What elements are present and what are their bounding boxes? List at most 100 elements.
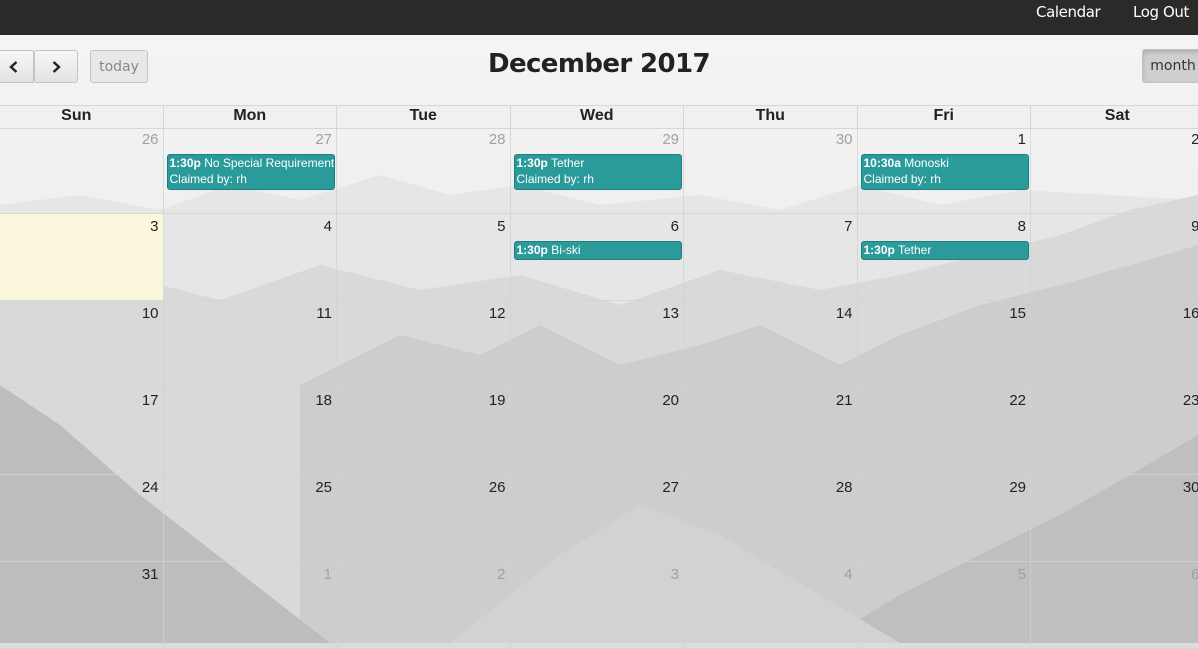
day-cell[interactable]: 3 bbox=[510, 562, 684, 649]
day-cell[interactable]: 6 bbox=[1031, 562, 1198, 649]
day-number: 11 bbox=[316, 305, 332, 322]
calendar-event[interactable]: 10:30a Monoski Claimed by: rh bbox=[860, 154, 1029, 190]
event-time: 1:30p bbox=[516, 156, 548, 170]
weekday-header-wed: Wed bbox=[511, 105, 684, 127]
day-number: 20 bbox=[662, 392, 679, 409]
day-number: 9 bbox=[1191, 218, 1198, 235]
day-number: 1 bbox=[323, 566, 332, 583]
day-cell[interactable]: 5 bbox=[857, 562, 1031, 649]
weekday-header-fri: Fri bbox=[858, 105, 1031, 127]
day-cell[interactable]: 22 bbox=[857, 388, 1031, 475]
weekday-header-sun: Sun bbox=[0, 105, 164, 127]
day-number: 3 bbox=[670, 566, 679, 583]
calendar-event[interactable]: 1:30p Bi-ski bbox=[513, 241, 682, 260]
day-cell[interactable]: 11 bbox=[163, 301, 337, 388]
nav-logout-link[interactable]: Log Out bbox=[1133, 0, 1189, 35]
day-cell[interactable]: 19 bbox=[337, 388, 511, 475]
day-cell[interactable]: 21 bbox=[684, 388, 858, 475]
day-cell[interactable]: 7 bbox=[684, 214, 858, 301]
day-number: 7 bbox=[844, 218, 853, 235]
day-cell[interactable]: 24 bbox=[0, 475, 164, 562]
day-cell[interactable]: 20 bbox=[510, 388, 684, 475]
event-title: No Special Requirements bbox=[204, 156, 335, 170]
event-title-line: 1:30p Tether bbox=[517, 155, 680, 171]
day-number: 25 bbox=[315, 479, 332, 496]
calendar-event[interactable]: 1:30p Tether bbox=[860, 241, 1029, 260]
day-number: 30 bbox=[835, 131, 853, 148]
day-number: 17 bbox=[141, 392, 159, 409]
weekday-header-thu: Thu bbox=[684, 105, 858, 127]
day-cell[interactable]: 9 bbox=[1031, 214, 1198, 301]
day-cell[interactable]: 15 bbox=[857, 301, 1031, 388]
day-number: 28 bbox=[835, 479, 853, 496]
day-cell[interactable]: 3 bbox=[0, 214, 164, 301]
weekday-header-sat: Sat bbox=[1031, 105, 1198, 127]
event-claimed-by: Claimed by: rh bbox=[169, 172, 247, 186]
nav-calendar-link[interactable]: Calendar bbox=[1036, 0, 1101, 35]
day-number: 23 bbox=[1182, 392, 1198, 409]
day-cell[interactable]: 26 bbox=[0, 127, 164, 214]
day-number: 22 bbox=[1009, 392, 1026, 409]
day-number: 15 bbox=[1009, 305, 1026, 322]
day-cell[interactable]: 12 bbox=[337, 301, 511, 388]
event-time: 1:30p bbox=[863, 243, 895, 257]
day-number: 30 bbox=[1182, 479, 1198, 496]
event-time: 1:30p bbox=[169, 156, 201, 170]
day-cell[interactable]: 28 bbox=[337, 127, 511, 214]
day-cell[interactable]: 14 bbox=[684, 301, 858, 388]
day-number: 26 bbox=[141, 131, 159, 148]
weekday-header-tue: Tue bbox=[337, 105, 511, 127]
day-number: 6 bbox=[670, 218, 679, 235]
day-cell[interactable]: 2 bbox=[337, 562, 511, 649]
event-title-line: 1:30p Bi-ski bbox=[517, 242, 680, 258]
event-title: Monoski bbox=[904, 156, 949, 170]
weekday-header-mon: Mon bbox=[164, 105, 337, 127]
day-cell[interactable]: 4 bbox=[163, 214, 337, 301]
day-cell[interactable]: 2 bbox=[1031, 127, 1198, 214]
day-cell[interactable]: 28 bbox=[684, 475, 858, 562]
day-number: 14 bbox=[835, 305, 853, 322]
day-cell[interactable]: 5 bbox=[337, 214, 511, 301]
day-number: 3 bbox=[150, 218, 159, 235]
day-number: 2 bbox=[497, 566, 506, 583]
calendar-event[interactable]: 1:30p No Special Requirements Claimed by:… bbox=[166, 154, 335, 190]
day-cell[interactable]: 17 bbox=[0, 388, 164, 475]
day-number: 1 bbox=[1017, 131, 1026, 148]
event-title-line: 1:30p Tether bbox=[864, 242, 1027, 258]
day-number: 29 bbox=[1009, 479, 1026, 496]
day-cell[interactable]: 1 bbox=[163, 562, 337, 649]
day-number: 13 bbox=[662, 305, 679, 322]
day-cell[interactable]: 25 bbox=[163, 475, 337, 562]
day-cell[interactable]: 4 bbox=[684, 562, 858, 649]
day-number: 24 bbox=[141, 479, 159, 496]
event-title: Tether bbox=[550, 156, 585, 170]
day-cell[interactable]: 27 bbox=[510, 475, 684, 562]
day-cell[interactable]: 16 bbox=[1031, 301, 1198, 388]
day-cell[interactable]: 30 bbox=[1031, 475, 1198, 562]
day-cell[interactable]: 29 bbox=[857, 475, 1031, 562]
month-view-button[interactable]: month bbox=[1142, 49, 1198, 83]
event-title: Bi-ski bbox=[551, 243, 581, 257]
event-title: Tether bbox=[897, 243, 932, 257]
day-cell[interactable]: 10 bbox=[0, 301, 164, 388]
day-number: 4 bbox=[844, 566, 853, 583]
event-title-line: 10:30a Monoski bbox=[864, 155, 1027, 171]
day-number: 26 bbox=[488, 479, 506, 496]
day-cell[interactable]: 13 bbox=[510, 301, 684, 388]
day-number: 28 bbox=[488, 131, 506, 148]
event-claimed-by: Claimed by: rh bbox=[516, 172, 594, 186]
day-number: 19 bbox=[488, 392, 506, 409]
day-number: 31 bbox=[141, 566, 159, 583]
day-number: 8 bbox=[1017, 218, 1026, 235]
day-cell[interactable]: 26 bbox=[337, 475, 511, 562]
calendar-event[interactable]: 1:30p Tether Claimed by: rh bbox=[513, 154, 682, 190]
day-number: 21 bbox=[835, 392, 853, 409]
day-cell[interactable]: 18 bbox=[163, 388, 337, 475]
calendar-title: December 2017 bbox=[487, 49, 711, 79]
day-cell[interactable]: 30 bbox=[684, 127, 858, 214]
top-navbar: Calendar Log Out bbox=[0, 0, 1198, 35]
day-cell[interactable]: 31 bbox=[0, 562, 164, 649]
event-time: 10:30a bbox=[863, 156, 901, 170]
day-cell[interactable]: 23 bbox=[1031, 388, 1198, 475]
day-number: 27 bbox=[315, 131, 332, 148]
